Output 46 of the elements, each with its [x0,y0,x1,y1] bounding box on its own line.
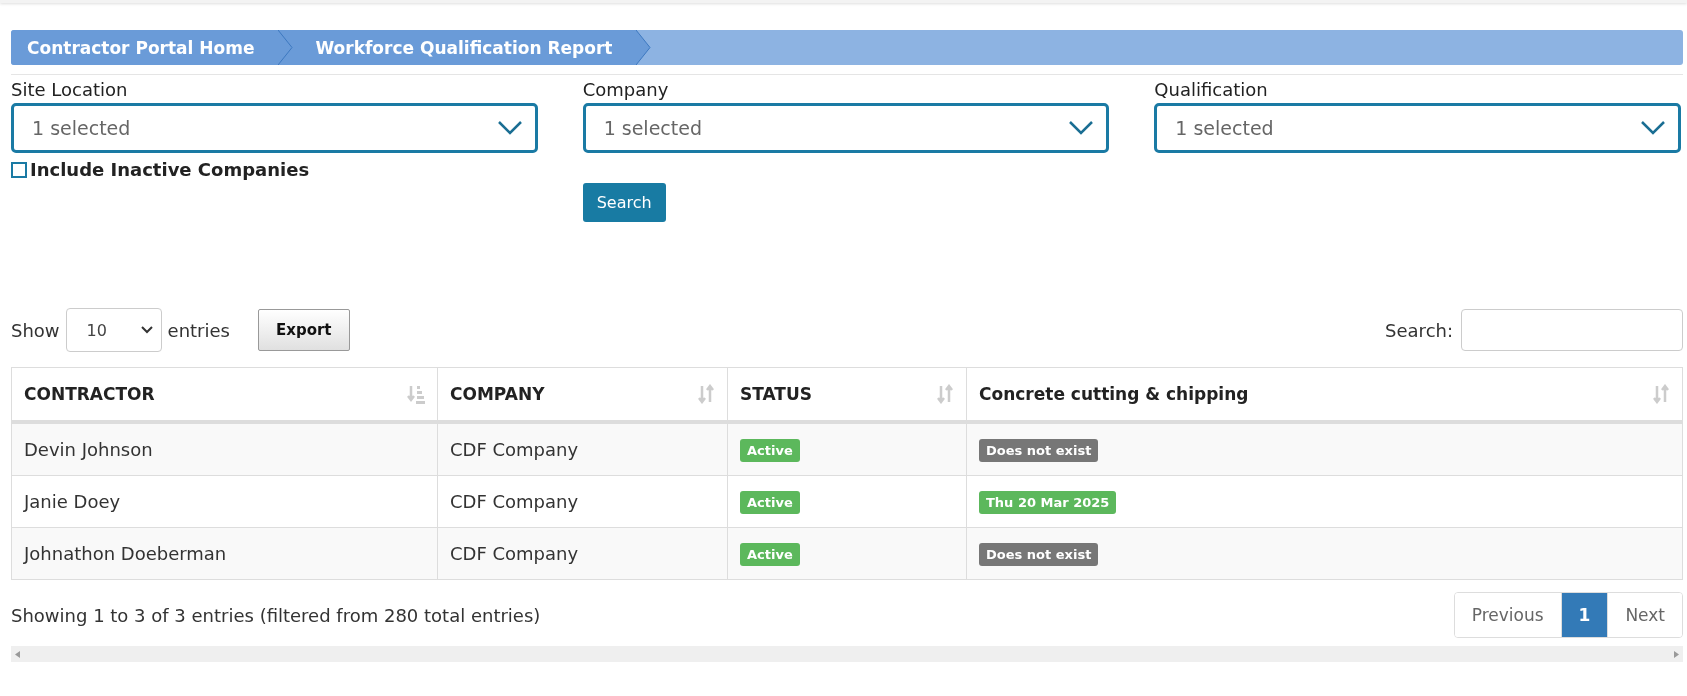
filter-label: Company [582,79,670,100]
checkbox[interactable] [11,161,27,178]
column-header[interactable]: Concrete cutting & chipping [979,384,1249,404]
pagination-button[interactable]: 1 [1561,593,1609,637]
entries-label: entries [167,319,230,341]
page-length-select[interactable]: 10 [65,308,162,352]
sort-icon[interactable] [1652,384,1670,404]
sort-ascending-icon[interactable] [407,384,425,404]
scroll-right-icon[interactable] [1674,650,1679,658]
sort-icon[interactable] [697,384,715,404]
search-label: Search: [1385,319,1453,341]
table-info: Showing 1 to 3 of 3 entries (filtered from 280 total entries) [11,604,541,626]
pagination-button[interactable]: Previous [1454,593,1562,637]
export-button[interactable]: Export [258,309,350,351]
chevron-down-icon [1640,120,1666,136]
multiselect-dropdown[interactable]: 1 selected [11,103,538,153]
table-cell: Johnathon Doeberman [24,543,227,564]
table-cell: Devin Johnson [24,439,153,460]
table-cell: Janie Doey [24,491,121,512]
filter-label: Site Location [11,79,129,100]
table-cell: CDF Company [450,491,579,512]
checkbox-label: Include Inactive Companies [30,159,310,180]
horizontal-scrollbar[interactable] [11,646,1683,662]
multiselect-dropdown[interactable]: 1 selected [1154,103,1681,153]
column-header[interactable]: STATUS [740,384,812,404]
column-header[interactable]: CONTRACTOR [24,384,155,404]
status-badge: Active [740,438,800,462]
search-button[interactable]: Search [582,183,666,222]
scroll-left-icon[interactable] [15,650,20,658]
chevron-down-icon [1068,120,1095,136]
multiselect-dropdown[interactable]: 1 selected [582,103,1110,153]
status-badge: Active [740,490,800,514]
column-header[interactable]: COMPANY [450,384,545,404]
show-label: Show [11,319,60,341]
chevron-down-icon [496,120,523,136]
qualification-badge: Does not exist [979,438,1099,462]
search-field[interactable] [1461,309,1683,351]
table-cell: CDF Company [450,543,579,564]
status-badge: Active [740,542,800,566]
caret-icon [140,326,153,334]
qualification-badge: Does not exist [979,542,1099,566]
filter-label: Qualification [1154,79,1269,100]
qualification-badge: Thu 20 Mar 2025 [979,490,1117,514]
table-cell: CDF Company [450,439,579,460]
sort-icon[interactable] [936,384,954,404]
breadcrumb-separator-icon [636,30,652,65]
